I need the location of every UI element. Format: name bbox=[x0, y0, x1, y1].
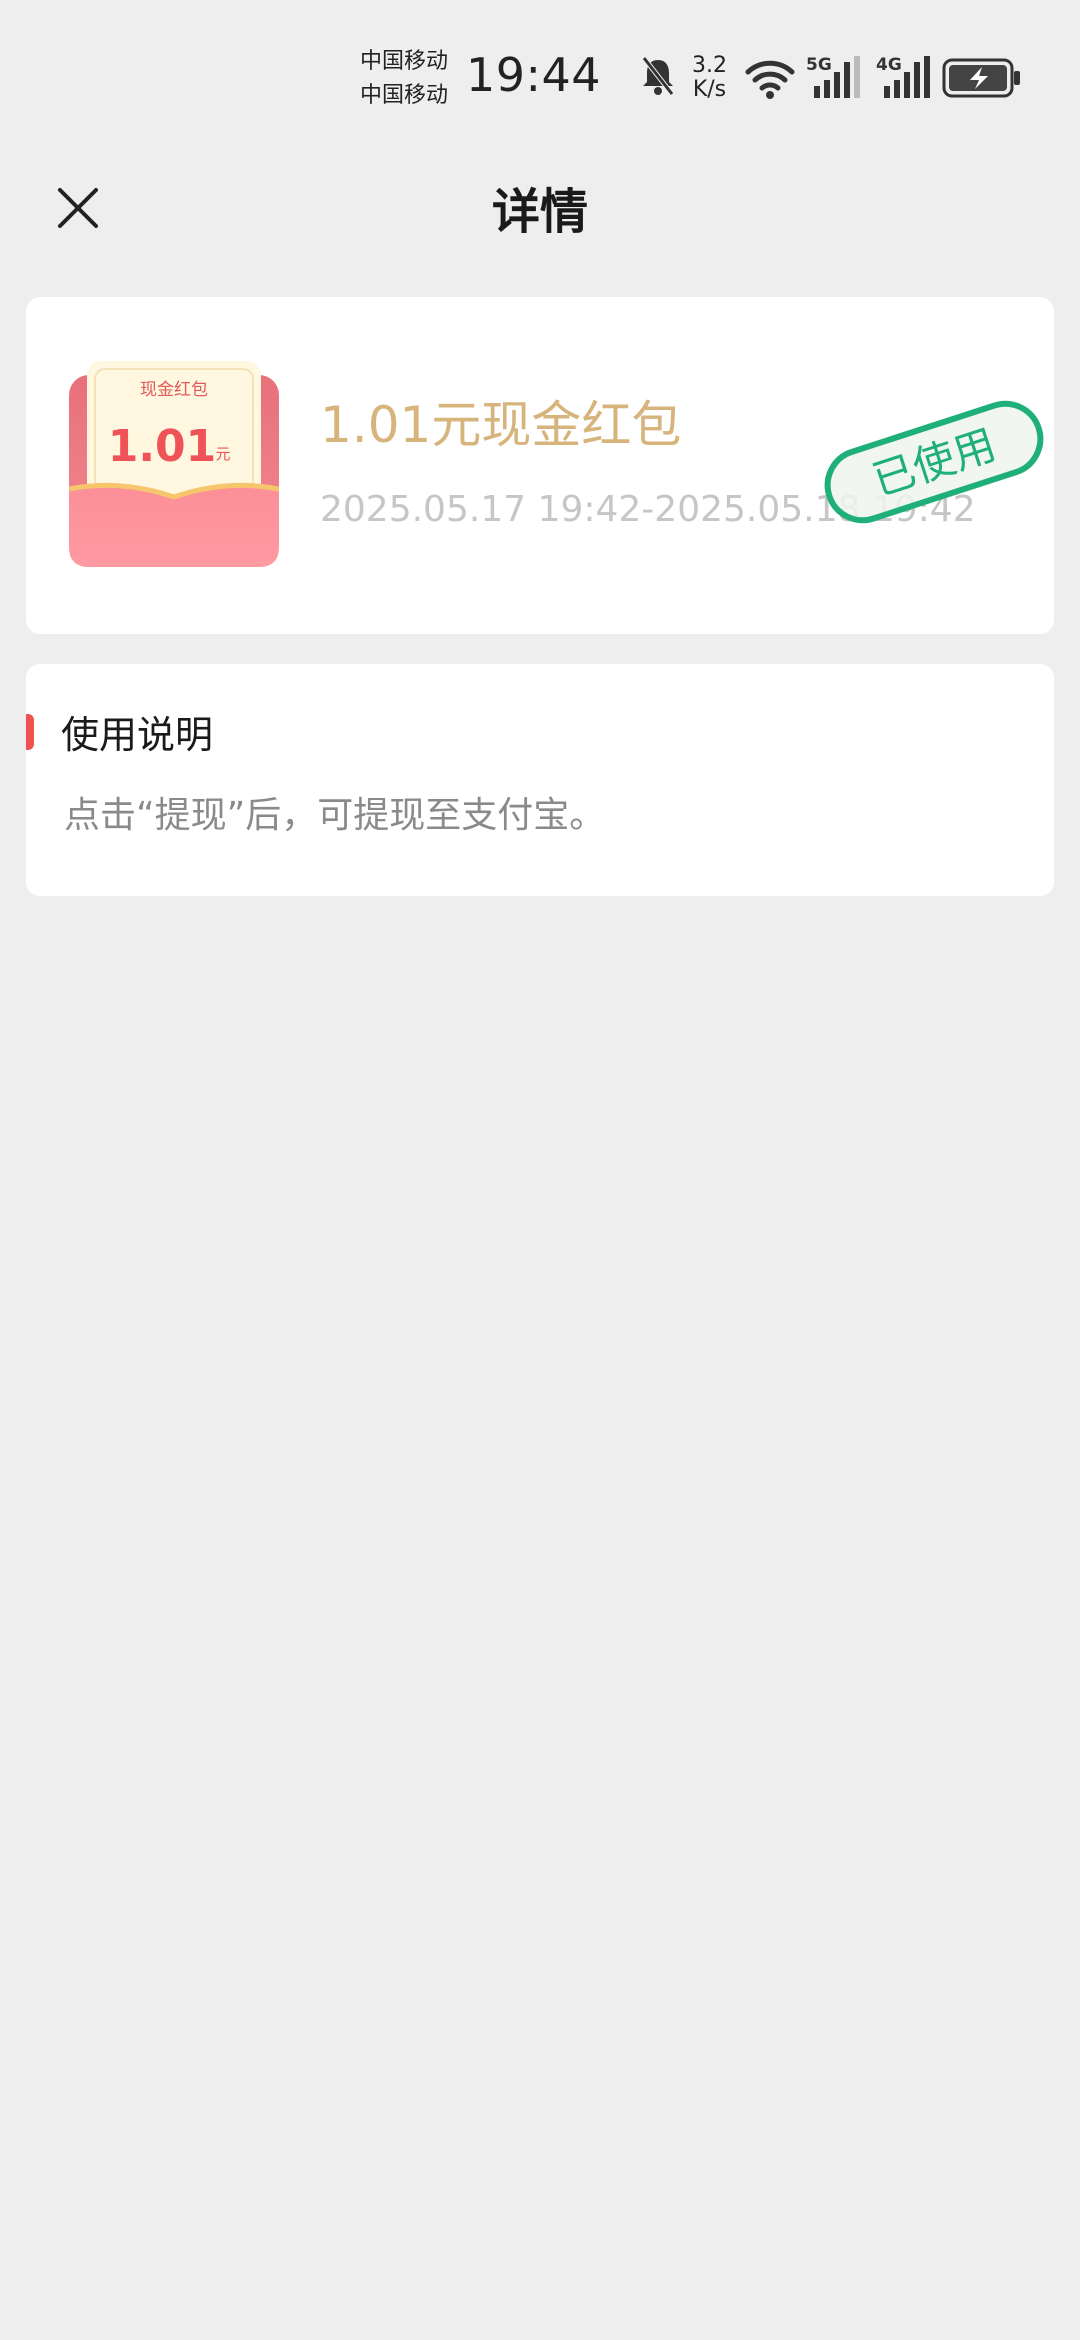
coupon-card: 现金红包 1.01 元 1.01元现金红包 2025.05.17 19:42-2… bbox=[26, 297, 1054, 634]
signal-4g-icon: 4G bbox=[876, 55, 930, 98]
carrier-1: 中国移动 bbox=[360, 49, 449, 74]
status-time: 19:44 bbox=[466, 48, 602, 102]
bell-muted-icon bbox=[642, 56, 674, 96]
usage-title: 使用说明 bbox=[61, 713, 214, 757]
signal-5g-icon: 5G bbox=[806, 55, 860, 98]
svg-text:5G: 5G bbox=[806, 55, 832, 75]
speed-value: 3.2 bbox=[692, 53, 727, 78]
wifi-icon bbox=[745, 60, 795, 99]
carrier-labels: 中国移动 中国移动 bbox=[360, 45, 448, 113]
usage-text: 点击“提现”后，可提现至支付宝。 bbox=[64, 795, 606, 836]
battery-charging-icon bbox=[942, 58, 1020, 98]
coupon-title: 1.01元现金红包 bbox=[320, 396, 682, 454]
envelope-unit: 元 bbox=[215, 445, 230, 463]
carrier-2: 中国移动 bbox=[360, 83, 449, 108]
used-stamp: 已使用 bbox=[824, 400, 1044, 524]
envelope-label: 现金红包 bbox=[140, 380, 208, 400]
page-title: 详情 bbox=[491, 184, 588, 240]
section-marker bbox=[26, 714, 34, 750]
status-bar: 中国移动 中国移动 19:44 3.2 K/s 5G 4G bbox=[0, 0, 1080, 150]
speed-unit: K/s bbox=[692, 77, 727, 102]
usage-card: 使用说明 点击“提现”后，可提现至支付宝。 bbox=[26, 664, 1054, 896]
page-header: 详情 bbox=[0, 150, 1080, 260]
network-speed: 3.2 K/s bbox=[692, 54, 727, 102]
envelope-amount: 1.01 bbox=[108, 421, 217, 472]
svg-text:4G: 4G bbox=[876, 55, 902, 75]
red-envelope-icon: 现金红包 1.01 元 bbox=[69, 361, 279, 567]
